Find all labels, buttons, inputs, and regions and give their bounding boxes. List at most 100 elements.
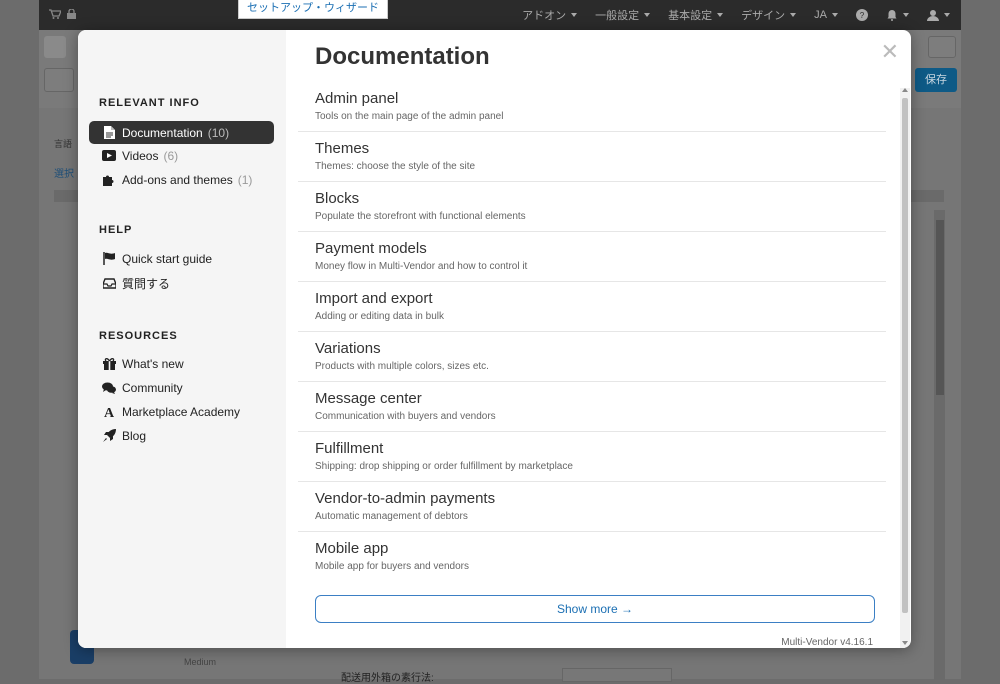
list-item-description: Populate the storefront with functional …	[315, 211, 526, 222]
list-item[interactable]: Payment models Money flow in Multi-Vendor…	[298, 232, 886, 282]
cart-icon[interactable]	[49, 9, 61, 19]
list-item-title: Blocks	[315, 190, 360, 207]
documentation-list: Admin panel Tools on the main page of the…	[298, 82, 886, 582]
lock-icon[interactable]	[67, 9, 76, 19]
list-item-description: Tools on the main page of the admin pane…	[315, 111, 504, 122]
sidebar-item-label: Documentation	[122, 125, 203, 140]
flag-icon	[102, 252, 116, 266]
list-item-title: Vendor-to-admin payments	[315, 490, 496, 507]
puzzle-icon	[102, 173, 116, 187]
list-item[interactable]: Variations Products with multiple colors,…	[298, 332, 886, 382]
scrollbar-thumb[interactable]	[936, 220, 944, 395]
help-icon[interactable]: ?	[856, 9, 868, 21]
chevron-down-icon	[832, 13, 838, 17]
svg-text:A: A	[104, 406, 115, 418]
sidebar-item-label: Videos	[122, 148, 159, 163]
sidebar-item-quick-start[interactable]: Quick start guide	[89, 247, 274, 270]
scroll-down-icon[interactable]	[902, 641, 908, 645]
document-icon	[102, 126, 116, 140]
sidebar-item-blog[interactable]: Blog	[89, 424, 274, 447]
list-item[interactable]: Message center Communication with buyers …	[298, 382, 886, 432]
shipping-input[interactable]	[562, 668, 672, 682]
list-item-description: Automatic management of debtors	[315, 511, 468, 522]
notifications-icon[interactable]	[886, 9, 909, 21]
sidebar-item-label: Blog	[122, 428, 147, 443]
chevron-down-icon	[571, 13, 578, 17]
sidebar-item-academy[interactable]: A Marketplace Academy	[89, 400, 274, 423]
inbox-icon	[102, 277, 116, 291]
academy-icon: A	[102, 405, 116, 419]
sidebar-item-label: What's new	[122, 356, 184, 371]
list-item[interactable]: Import and export Adding or editing data …	[298, 282, 886, 332]
nav-addons[interactable]: アドオン	[522, 7, 578, 23]
nav-basic-settings[interactable]: 基本設定	[668, 7, 724, 23]
sidebar-item-community[interactable]: Community	[89, 376, 274, 399]
svg-text:?: ?	[860, 11, 865, 20]
home-button[interactable]	[44, 36, 66, 58]
top-navigation: アドオン 一般設定 基本設定 デザイン JA ?	[522, 0, 950, 30]
list-item-description: Adding or editing data in bulk	[315, 311, 444, 322]
list-item-title: Variations	[315, 340, 381, 357]
sidebar-item-label: 質問する	[122, 277, 171, 291]
modal-scrollbar-thumb[interactable]	[902, 98, 908, 613]
sidebar-item-count: (6)	[163, 148, 179, 163]
list-item[interactable]: Themes Themes: choose the style of the si…	[298, 132, 886, 182]
background-label: 言語	[54, 139, 73, 149]
sidebar-item-whats-new[interactable]: What's new	[89, 352, 274, 375]
sidebar-item-count: (1)	[237, 172, 253, 187]
close-icon[interactable]: ✕	[881, 40, 899, 64]
sidebar-item-ask-question[interactable]: 質問する	[89, 272, 274, 295]
nav-general-settings-label: 一般設定	[595, 10, 640, 22]
nav-language-label: JA	[814, 9, 827, 21]
scroll-up-icon[interactable]	[902, 88, 908, 92]
nav-basic-settings-label: 基本設定	[668, 10, 713, 22]
version-label: Multi-Vendor v4.16.1	[781, 637, 873, 648]
sidebar-item-addons-themes[interactable]: Add-ons and themes (1)	[89, 168, 274, 191]
list-item[interactable]: Vendor-to-admin payments Automatic manage…	[298, 482, 886, 532]
help-title: HELP	[99, 224, 133, 236]
sidebar-item-count: (10)	[207, 125, 230, 140]
list-item-title: Admin panel	[315, 90, 399, 107]
chevron-down-icon	[644, 13, 651, 17]
nav-addons-label: アドオン	[522, 10, 567, 22]
documentation-panel: Documentation ✕ Admin panel Tools on the …	[286, 30, 911, 648]
chevron-down-icon	[903, 13, 909, 17]
list-item[interactable]: Admin panel Tools on the main page of the…	[298, 82, 886, 132]
nav-design[interactable]: デザイン	[741, 7, 797, 23]
sidebar-item-videos[interactable]: Videos (6)	[89, 144, 274, 167]
list-item-title: Mobile app	[315, 540, 389, 557]
nav-general-settings[interactable]: 一般設定	[595, 7, 651, 23]
background-link[interactable]: 選択	[54, 165, 74, 180]
list-item-description: Money flow in Multi-Vendor and how to co…	[315, 261, 528, 272]
size-label: Medium	[184, 657, 217, 667]
user-menu-icon[interactable]	[927, 9, 950, 21]
save-button[interactable]: 保存	[915, 68, 957, 92]
list-item-description: Mobile app for buyers and vendors	[315, 561, 469, 572]
sidebar-item-label: Add-ons and themes	[122, 172, 233, 187]
show-more-button[interactable]: Show more →	[315, 595, 875, 623]
list-item-description: Products with multiple colors, sizes etc…	[315, 361, 489, 372]
sidebar-item-documentation[interactable]: Documentation (10)	[89, 121, 274, 144]
list-item-title: Themes	[315, 140, 370, 157]
chevron-down-icon	[944, 13, 950, 17]
setup-wizard-link[interactable]: セットアップ・ウィザード	[238, 0, 388, 19]
comments-icon	[102, 381, 116, 395]
list-item-description: Themes: choose the style of the site	[315, 161, 476, 172]
page-title: Documentation	[315, 43, 490, 70]
list-item-title: Import and export	[315, 290, 433, 307]
list-item[interactable]: Blocks Populate the storefront with funct…	[298, 182, 886, 232]
nav-language[interactable]: JA	[814, 9, 838, 21]
list-item-title: Fulfillment	[315, 440, 384, 457]
list-item[interactable]: Mobile app Mobile app for buyers and vend…	[298, 532, 886, 582]
chevron-down-icon	[790, 13, 797, 17]
resources-title: RESOURCES	[99, 330, 178, 342]
chevron-down-icon	[717, 13, 724, 17]
list-item[interactable]: Fulfillment Shipping: drop shipping or or…	[298, 432, 886, 482]
search-button[interactable]	[928, 36, 956, 58]
sidebar-item-label: Quick start guide	[122, 251, 213, 266]
list-item-title: Message center	[315, 390, 422, 407]
back-button[interactable]	[44, 68, 74, 92]
nav-design-label: デザイン	[741, 10, 786, 22]
list-item-description: Communication with buyers and vendors	[315, 411, 496, 422]
help-center-modal: RELEVANT INFO Documentation (10) Videos …	[78, 30, 911, 648]
